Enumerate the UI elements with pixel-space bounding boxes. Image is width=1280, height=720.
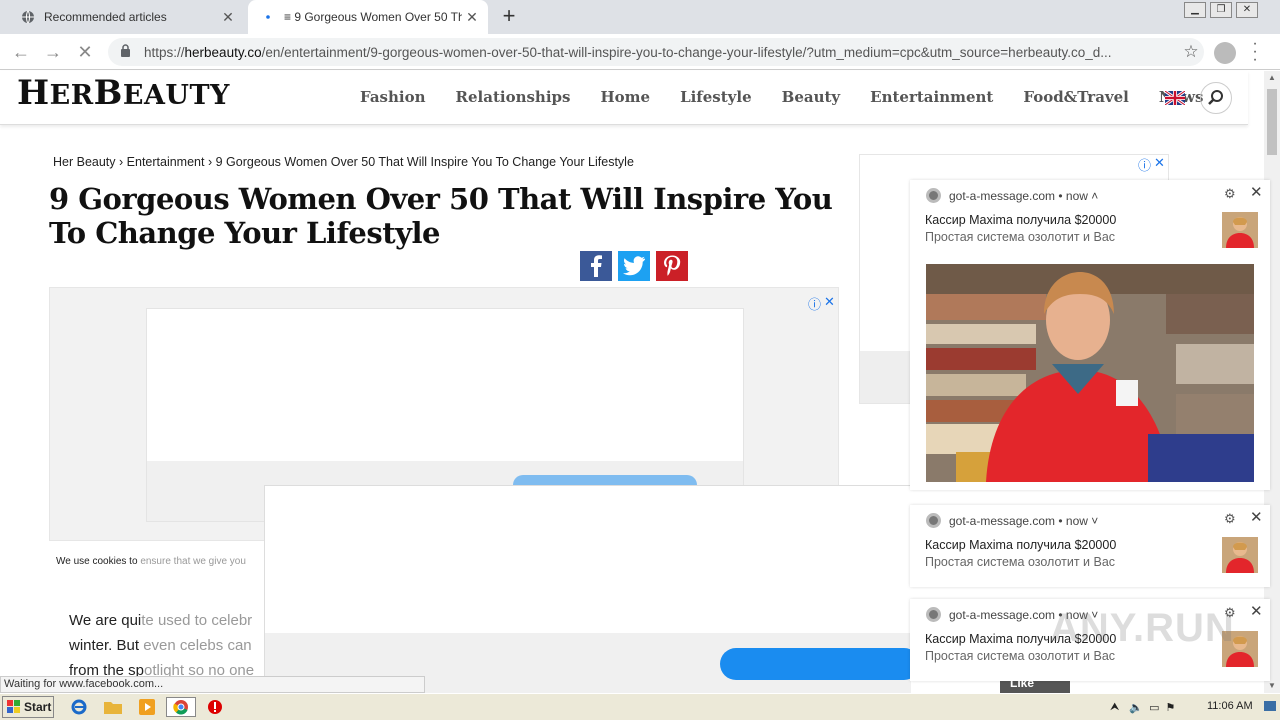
taskbar-clock[interactable]: 11:06 AM — [1207, 700, 1253, 712]
warning-icon[interactable] — [204, 697, 226, 717]
url-text: https://herbeauty.co/en/entertainment/9-… — [144, 44, 1112, 60]
show-desktop-icon[interactable] — [1264, 701, 1276, 711]
pinterest-icon — [664, 255, 681, 276]
tab-title: ≡ 9 Gorgeous Women Over 50 That — [284, 10, 462, 24]
chrome-icon — [926, 513, 941, 528]
nav-home[interactable]: Home — [600, 88, 650, 106]
expand-caret-icon[interactable]: ˅ — [1091, 514, 1098, 528]
close-window-button[interactable]: ✕ — [1236, 2, 1258, 18]
windows-logo-icon — [7, 700, 20, 713]
breadcrumb-her-beauty[interactable]: Her Beauty — [53, 155, 116, 169]
address-bar[interactable]: https://herbeauty.co/en/entertainment/9-… — [108, 38, 1204, 66]
nav-food-travel[interactable]: Food&Travel — [1023, 88, 1129, 106]
back-arrow-icon[interactable]: ← — [10, 41, 32, 63]
loading-icon — [260, 9, 276, 25]
search-icon[interactable] — [1200, 82, 1232, 114]
cookie-notice: We use cookies to ensure that we give yo… — [56, 556, 246, 567]
minimize-button[interactable]: ▁ — [1184, 2, 1206, 18]
twitter-icon — [623, 256, 645, 276]
adchoices-info-icon[interactable]: ⓘ — [808, 294, 821, 313]
collapse-caret-icon[interactable]: ˄ — [1091, 189, 1098, 203]
popup-action-button[interactable] — [720, 648, 920, 680]
restore-button[interactable]: ❐ — [1210, 2, 1232, 18]
popup-overlay[interactable] — [264, 485, 920, 694]
facebook-icon — [591, 255, 602, 277]
article-title: 9 Gorgeous Women Over 50 That Will Inspi… — [49, 182, 833, 250]
main-nav: Fashion Relationships Home Lifestyle Bea… — [360, 88, 1204, 106]
tab-title: Recommended articles — [44, 10, 167, 24]
breadcrumb-separator: › — [119, 155, 127, 169]
nav-fashion[interactable]: Fashion — [360, 88, 426, 106]
browser-toolbar: ← → ✕ https://herbeauty.co/en/entertainm… — [0, 34, 1280, 70]
twitter-share-button[interactable] — [618, 251, 650, 281]
gear-icon[interactable]: ⚙ — [1224, 186, 1236, 202]
profile-avatar-icon[interactable] — [1214, 42, 1236, 64]
notification-subtext: Простая система озолотит и Вас — [925, 555, 1116, 569]
scrollbar-thumb[interactable] — [1267, 89, 1277, 155]
tab-recommended-articles[interactable]: Recommended articles ✕ — [8, 0, 244, 34]
nav-beauty[interactable]: Beauty — [782, 88, 841, 106]
scroll-down-arrow-icon[interactable]: ▼ — [1264, 679, 1280, 693]
nav-entertainment[interactable]: Entertainment — [870, 88, 993, 106]
notification-headline: Кассир Maxima получила $20000 — [925, 538, 1117, 552]
close-tab-icon[interactable]: ✕ — [462, 9, 482, 26]
close-icon[interactable]: ✕ — [1250, 508, 1263, 526]
internet-explorer-icon[interactable] — [68, 697, 90, 717]
menu-kebab-icon[interactable]: · · · — [1248, 36, 1262, 68]
bookmark-star-icon[interactable]: ☆ — [1178, 42, 1204, 62]
close-icon[interactable]: ✕ — [1250, 183, 1263, 201]
notification-source: got-a-message.com • now ˄ — [926, 188, 1098, 203]
pinterest-share-button[interactable] — [656, 251, 688, 281]
windows-taskbar: Start ⮝ 🔈 ▭ ⚑ 11:06 AM — [0, 693, 1280, 720]
forward-arrow-icon[interactable]: → — [42, 41, 64, 63]
browser-tab-strip: Recommended articles ✕ ≡ 9 Gorgeous Wome… — [0, 0, 1280, 34]
lock-icon — [120, 44, 134, 60]
push-notification[interactable]: got-a-message.com • now ˅ ⚙ ✕ Кассир Max… — [910, 505, 1270, 587]
notification-subtext: Простая система озолотит и Вас — [925, 230, 1116, 244]
tray-arrow-icon[interactable]: ⮝ — [1110, 701, 1119, 714]
stop-loading-icon[interactable]: ✕ — [74, 41, 96, 63]
push-notification[interactable]: got-a-message.com • now ˄ ⚙ ✕ Кассир Max… — [910, 180, 1270, 490]
media-player-icon[interactable] — [136, 697, 158, 717]
notification-headline: Кассир Maxima получила $20000 — [925, 213, 1117, 227]
watermark: ANY.RUN — [1050, 606, 1235, 650]
network-icon[interactable]: ▭ — [1149, 701, 1159, 714]
flag-icon[interactable]: ⚑ — [1165, 701, 1175, 714]
nav-relationships[interactable]: Relationships — [456, 88, 571, 106]
start-button[interactable]: Start — [2, 696, 54, 718]
chrome-icon — [926, 607, 941, 622]
folder-icon[interactable] — [102, 697, 124, 717]
nav-lifestyle[interactable]: Lifestyle — [680, 88, 752, 106]
chrome-taskbar-icon[interactable] — [166, 697, 196, 717]
notification-thumbnail — [1222, 537, 1258, 573]
breadcrumb-current: 9 Gorgeous Women Over 50 That Will Inspi… — [215, 155, 634, 169]
breadcrumb: Her Beauty › Entertainment › 9 Gorgeous … — [53, 155, 634, 169]
breadcrumb-entertainment[interactable]: Entertainment — [127, 155, 205, 169]
notification-photo — [926, 264, 1254, 482]
gear-icon[interactable]: ⚙ — [1224, 511, 1236, 527]
chrome-icon — [926, 188, 941, 203]
ad-close-icon[interactable]: ✕ — [824, 294, 835, 310]
new-tab-button[interactable]: + — [498, 5, 520, 28]
close-icon[interactable]: ✕ — [1250, 602, 1263, 620]
globe-icon — [20, 9, 36, 25]
screen: Recommended articles ✕ ≡ 9 Gorgeous Wome… — [0, 0, 1280, 720]
tab-article[interactable]: ≡ 9 Gorgeous Women Over 50 That ✕ — [248, 0, 488, 34]
breadcrumb-separator: › — [207, 155, 216, 169]
close-tab-icon[interactable]: ✕ — [218, 9, 238, 26]
adchoices-info-icon[interactable]: ⓘ — [1138, 155, 1151, 174]
browser-status-bar: Waiting for www.facebook.com... — [0, 676, 425, 693]
ad-close-icon[interactable]: ✕ — [1154, 155, 1165, 171]
facebook-share-button[interactable] — [580, 251, 612, 281]
uk-flag-icon[interactable] — [1164, 89, 1186, 107]
scroll-up-arrow-icon[interactable]: ▲ — [1264, 71, 1280, 85]
volume-icon[interactable]: 🔈 — [1129, 701, 1143, 714]
notification-source: got-a-message.com • now ˅ — [926, 513, 1098, 528]
notification-subtext: Простая система озолотит и Вас — [925, 649, 1116, 663]
site-header: HERBEAUTY Fashion Relationships Home Lif… — [0, 71, 1248, 125]
notification-thumbnail — [1222, 212, 1258, 248]
site-logo[interactable]: HERBEAUTY — [17, 73, 230, 113]
